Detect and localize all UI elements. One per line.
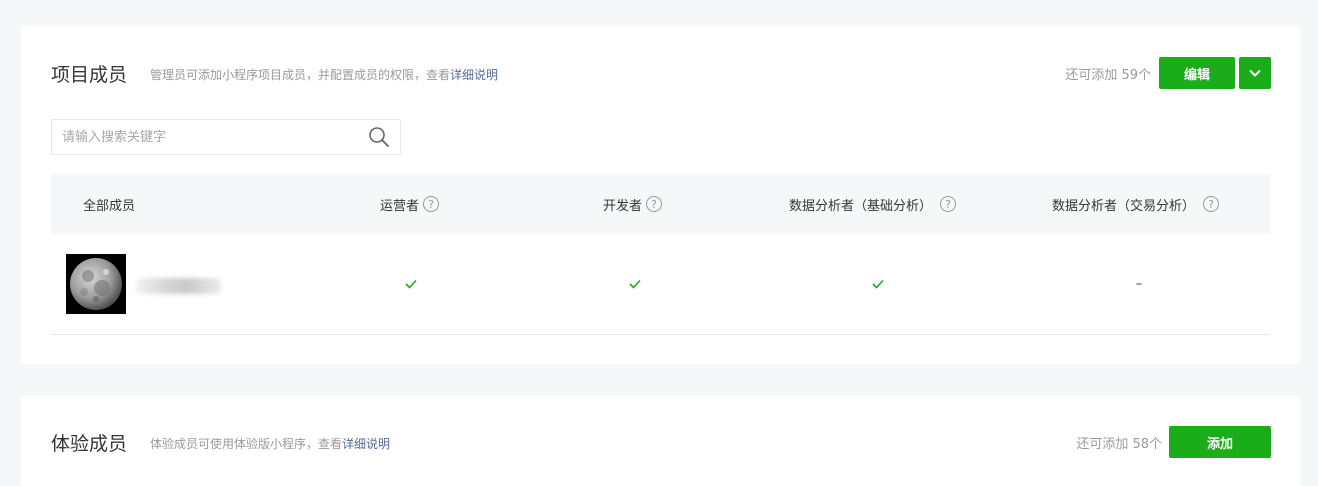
- column-analyst-trade-label: 数据分析者（交易分析）: [1052, 198, 1196, 214]
- column-developer: 开发者 ?: [603, 174, 663, 234]
- search-icon[interactable]: [368, 126, 390, 148]
- project-members-detail-link[interactable]: 详细说明: [450, 68, 498, 82]
- cell-analyst-basic: [848, 234, 908, 334]
- project-members-description-text: 管理员可添加小程序项目成员，并配置成员的权限，查看: [150, 68, 451, 82]
- project-members-title: 项目成员: [51, 64, 128, 86]
- column-analyst-basic-label: 数据分析者（基础分析）: [789, 198, 933, 214]
- cell-analyst-trade: –: [1109, 234, 1169, 334]
- experience-members-panel: 体验成员 体验成员可使用体验版小程序，查看详细说明 还可添加 58个 添加: [21, 396, 1300, 486]
- column-all-members-label: 全部成员: [83, 198, 136, 214]
- member-search-input[interactable]: [62, 128, 352, 146]
- table-row: –: [51, 234, 1270, 335]
- cell-developer: [605, 234, 665, 334]
- project-members-remaining: 还可添加 59个: [1065, 68, 1151, 83]
- experience-members-detail-link[interactable]: 详细说明: [342, 437, 390, 451]
- moon-avatar-image: [66, 254, 126, 314]
- check-icon: [872, 279, 884, 289]
- question-circle-icon[interactable]: ?: [1203, 196, 1220, 212]
- avatar: [66, 254, 126, 314]
- cell-operator: [381, 234, 441, 334]
- add-member-button[interactable]: 添加: [1169, 426, 1271, 458]
- member-search-box: [51, 119, 401, 155]
- experience-members-description-text: 体验成员可使用体验版小程序，查看: [150, 437, 343, 451]
- experience-members-remaining: 还可添加 58个: [1076, 437, 1162, 452]
- column-analyst-trade: 数据分析者（交易分析） ?: [1052, 174, 1220, 234]
- cell-analyst-trade-value: –: [1135, 276, 1143, 292]
- project-members-description: 管理员可添加小程序项目成员，并配置成员的权限，查看详细说明: [150, 66, 498, 83]
- question-circle-icon[interactable]: ?: [940, 196, 957, 212]
- column-analyst-basic: 数据分析者（基础分析） ?: [789, 174, 957, 234]
- member-name-blurred: [136, 278, 221, 294]
- project-members-panel: 项目成员 管理员可添加小程序项目成员，并配置成员的权限，查看详细说明 还可添加 …: [21, 26, 1300, 364]
- experience-members-title: 体验成员: [51, 433, 128, 455]
- column-all-members: 全部成员: [83, 174, 135, 234]
- question-circle-icon[interactable]: ?: [423, 196, 440, 212]
- check-icon: [629, 279, 641, 289]
- edit-button[interactable]: 编辑: [1159, 57, 1235, 89]
- members-table-header: 全部成员 运营者 ? 开发者 ? 数据分析者（基础分析） ? 数据分析者（交易分…: [51, 174, 1270, 234]
- experience-members-description: 体验成员可使用体验版小程序，查看详细说明: [150, 435, 390, 452]
- column-developer-label: 开发者: [603, 198, 643, 214]
- column-operator-label: 运营者: [380, 198, 420, 214]
- chevron-down-icon: [1249, 69, 1261, 77]
- column-operator: 运营者 ?: [380, 174, 440, 234]
- edit-dropdown-button[interactable]: [1239, 57, 1271, 89]
- check-icon: [405, 279, 417, 289]
- question-circle-icon[interactable]: ?: [646, 196, 663, 212]
